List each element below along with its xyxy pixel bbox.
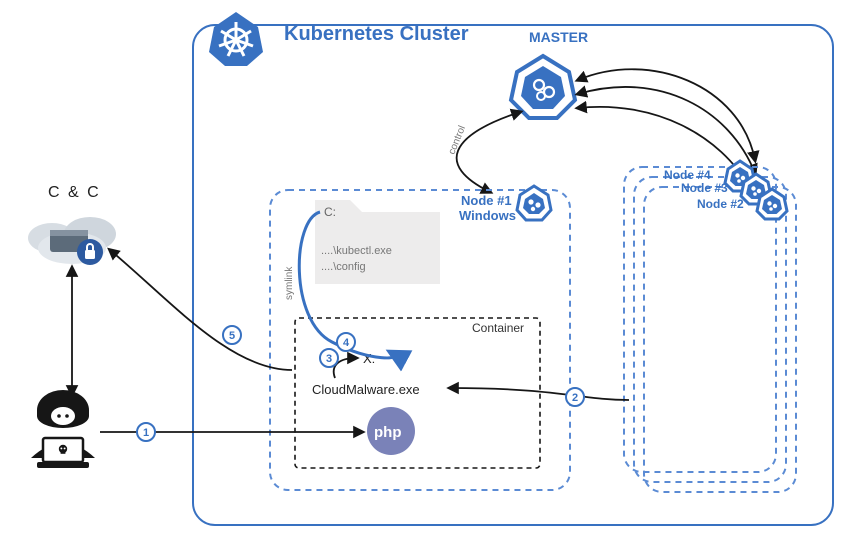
edge-control xyxy=(457,112,520,192)
svg-text:4: 4 xyxy=(343,337,350,349)
node3-label: Node #3 xyxy=(681,181,728,195)
file-listing: C: ....\kubectl.exe ....\config xyxy=(315,200,440,284)
svg-text:1: 1 xyxy=(143,427,149,439)
step-badge-3: 3 xyxy=(320,349,338,367)
php-label: php xyxy=(374,424,402,441)
laptop-icon xyxy=(37,438,89,468)
svg-text:2: 2 xyxy=(572,392,578,404)
step-badge-1: 1 xyxy=(137,423,155,441)
node1-icon xyxy=(517,186,551,220)
edge-step-5 xyxy=(110,250,292,370)
step-badge-4: 4 xyxy=(337,333,355,351)
malware-name: CloudMalware.exe xyxy=(312,382,420,397)
cloud-cc-icon xyxy=(28,217,116,265)
file-line-1: ....\kubectl.exe xyxy=(321,245,392,257)
node4-label: Node #4 xyxy=(664,168,711,182)
edge-master-node4 xyxy=(578,69,755,160)
master-node-icon xyxy=(511,56,575,118)
attacker-icon xyxy=(31,390,95,468)
mount-letter: X: xyxy=(363,351,375,366)
symlink-edge-label: symlink xyxy=(284,266,295,300)
node3-box xyxy=(634,177,786,482)
kubernetes-logo-icon xyxy=(209,12,263,66)
svg-text:5: 5 xyxy=(229,330,235,342)
step-badge-5: 5 xyxy=(223,326,241,344)
node4-box xyxy=(624,167,776,472)
svg-text:3: 3 xyxy=(326,353,332,365)
drive-letter: C: xyxy=(324,205,336,219)
file-line-2: ....\config xyxy=(321,261,366,273)
lock-icon xyxy=(77,239,103,265)
step-badge-2: 2 xyxy=(566,388,584,406)
master-label: MASTER xyxy=(529,29,588,45)
container-label: Container xyxy=(472,321,524,335)
node2-label: Node #2 xyxy=(697,197,744,211)
cc-label: C & C xyxy=(48,184,101,201)
cluster-title: Kubernetes Cluster xyxy=(284,23,469,45)
node1-label-line1: Node #1 xyxy=(461,193,512,208)
node1-label-line2: Windows xyxy=(459,208,516,223)
node2-box xyxy=(644,187,796,492)
